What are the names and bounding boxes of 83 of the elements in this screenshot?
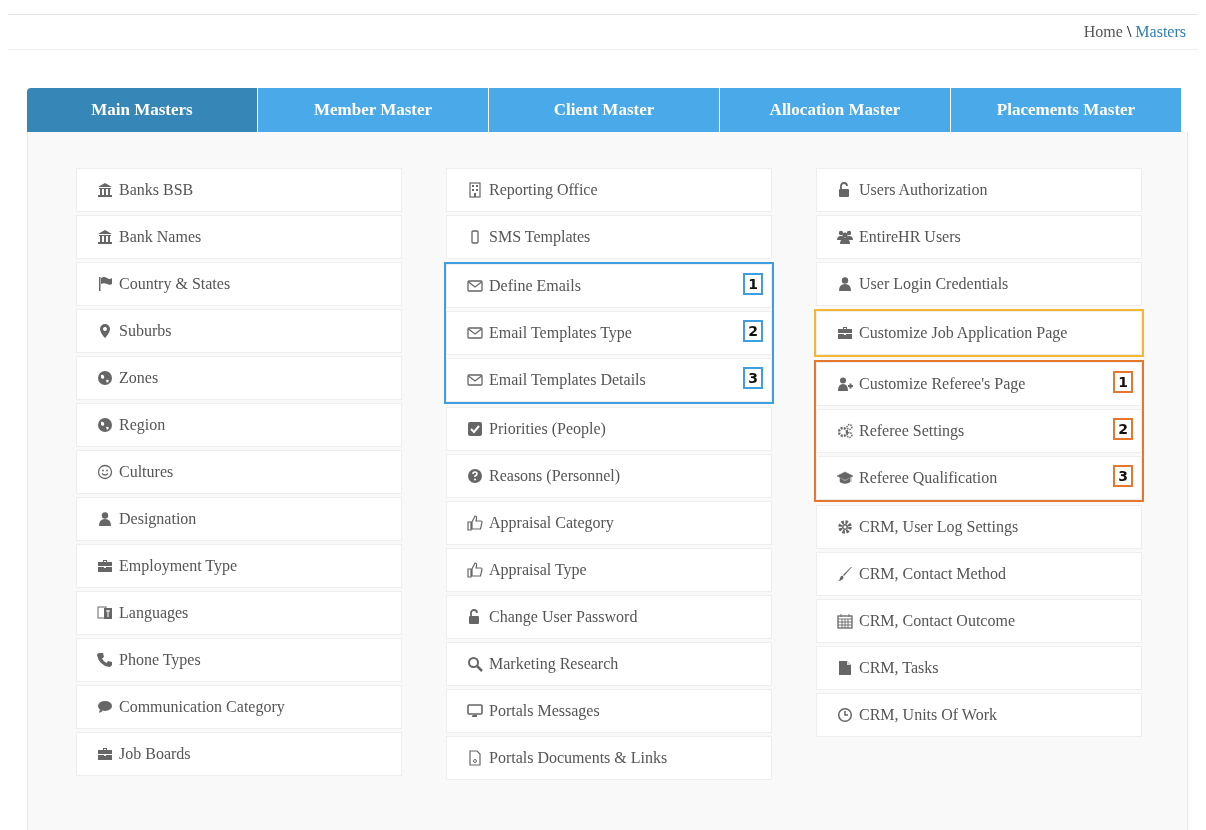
number-badge: 1 [743,273,763,295]
menu-item[interactable]: Marketing Research [446,642,772,686]
menu-item[interactable]: CRM, Contact Outcome [816,599,1142,643]
menu-item[interactable]: Job Boards [76,732,402,776]
menu-item[interactable]: Referee Settings 2 [816,409,1142,453]
thumbs-up-icon [467,515,483,531]
graduation-cap-icon [837,470,853,486]
envelope-icon [467,372,483,388]
menu-item[interactable]: Priorities (People) [446,407,772,451]
briefcase-icon [837,325,853,341]
menu-item[interactable]: Email Templates Type 2 [446,311,772,355]
breadcrumb-separator: \ [1126,23,1132,41]
menu-item[interactable]: Users Authorization [816,168,1142,212]
thumbs-up-icon [467,562,483,578]
menu-item[interactable]: CRM, Contact Method [816,552,1142,596]
document-icon [467,750,483,766]
menu-item[interactable]: CRM, Tasks [816,646,1142,690]
number-badge: 3 [743,367,763,389]
settings-icon [837,519,853,535]
menu-item[interactable]: Region [76,403,402,447]
brush-icon [837,566,853,582]
number-badge: 1 [1113,371,1133,393]
briefcase-icon [97,746,113,762]
menu-item[interactable]: Customize Referee's Page 1 [816,362,1142,406]
menu-item[interactable]: Appraisal Type [446,548,772,592]
menu-item[interactable]: Languages [76,591,402,635]
menu-item[interactable]: Portals Documents & Links [446,736,772,780]
menu-item[interactable]: Designation [76,497,402,541]
globe-icon [97,370,113,386]
bank-icon [97,182,113,198]
menu-item[interactable]: Portals Messages [446,689,772,733]
menu-item[interactable]: SMS Templates [446,215,772,259]
menu-item[interactable]: Banks BSB [76,168,402,212]
menu-item[interactable]: Referee Qualification 3 [816,456,1142,500]
menu-item[interactable]: Email Templates Details 3 [446,358,772,402]
number-badge: 3 [1113,465,1133,487]
number-badge: 2 [1113,418,1133,440]
menu-item[interactable]: Communication Category [76,685,402,729]
map-pin-icon [97,323,113,339]
phone-icon [97,652,113,668]
menu-item[interactable]: Suburbs [76,309,402,353]
menu-item[interactable]: Bank Names [76,215,402,259]
menu-item[interactable]: Country & States [76,262,402,306]
menu-item[interactable]: Define Emails 1 [446,264,772,308]
file-icon [837,660,853,676]
menu-item[interactable]: Employment Type [76,544,402,588]
monitor-icon [467,703,483,719]
bank-icon [97,229,113,245]
flag-icon [97,276,113,292]
menu-item[interactable]: CRM, Units Of Work [816,693,1142,737]
breadcrumb-current: Masters [1135,23,1186,41]
gears-icon [837,423,853,439]
checkbox-icon [467,421,483,437]
menu-item[interactable]: Change User Password [446,595,772,639]
menu-item[interactable]: EntireHR Users [816,215,1142,259]
building-icon [467,182,483,198]
users-icon [837,229,853,245]
menu-item[interactable]: Zones [76,356,402,400]
user-icon [97,511,113,527]
search-icon [467,656,483,672]
menu-item[interactable]: Customize Job Application Page [816,311,1142,355]
language-icon [97,605,113,621]
menu-item[interactable]: Cultures [76,450,402,494]
briefcase-icon [97,558,113,574]
menu-item[interactable]: User Login Credentials [816,262,1142,306]
user-icon [837,276,853,292]
tab[interactable]: Main Masters [27,88,258,132]
question-icon [467,468,483,484]
add-user-icon [837,376,853,392]
clock-icon [837,707,853,723]
menu-item[interactable]: Appraisal Category [446,501,772,545]
calendar-icon [837,613,853,629]
envelope-icon [467,278,483,294]
menu-item[interactable]: Reasons (Personnel) [446,454,772,498]
breadcrumb-link[interactable]: Home [1083,23,1123,41]
number-badge: 2 [743,320,763,342]
menu-item[interactable]: CRM, User Log Settings [816,505,1142,549]
globe-icon [97,417,113,433]
speech-bubble-icon [97,699,113,715]
menu-item[interactable]: Reporting Office [446,168,772,212]
envelope-icon [467,325,483,341]
smiley-icon [97,464,113,480]
menu-item[interactable]: Phone Types [76,638,402,682]
